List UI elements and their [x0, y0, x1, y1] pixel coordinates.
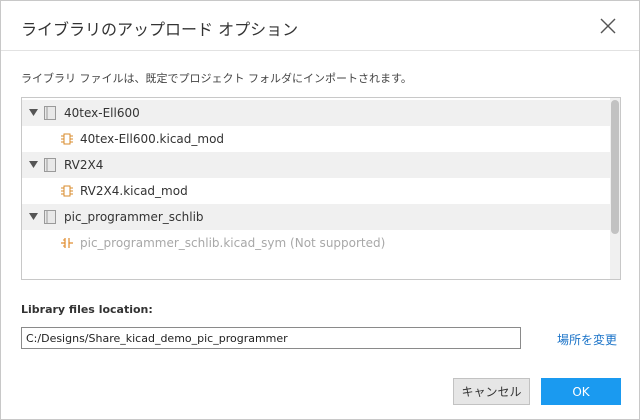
location-label: Library files location: — [21, 303, 153, 316]
tree-file-label: RV2X4.kicad_mod — [80, 184, 188, 198]
tree-group-row[interactable]: pic_programmer_schlib — [22, 204, 610, 230]
expand-arrow-icon[interactable] — [28, 211, 39, 222]
tree-file-row[interactable]: RV2X4.kicad_mod — [22, 178, 610, 204]
tree-group-row[interactable]: RV2X4 — [22, 152, 610, 178]
tree-group-row[interactable]: 40tex-Ell600 — [22, 100, 610, 126]
description-text: ライブラリ ファイルは、既定でプロジェクト フォルダにインポートされます。 — [21, 72, 412, 85]
close-icon — [600, 18, 616, 34]
tree-group-label: pic_programmer_schlib — [64, 210, 204, 224]
footprint-icon — [61, 185, 73, 197]
cancel-button[interactable]: キャンセル — [453, 378, 530, 405]
library-icon — [44, 158, 56, 172]
library-icon — [44, 106, 56, 120]
dialog-title: ライブラリのアップロード オプション — [21, 20, 299, 39]
footprint-icon — [61, 133, 73, 145]
tree-group-label: 40tex-Ell600 — [64, 106, 140, 120]
upload-options-dialog: ライブラリのアップロード オプション ライブラリ ファイルは、既定でプロジェクト… — [0, 0, 640, 420]
change-location-link[interactable]: 場所を変更 — [557, 331, 617, 348]
symbol-icon — [61, 238, 73, 248]
expand-arrow-icon[interactable] — [28, 107, 39, 118]
tree-file-row[interactable]: pic_programmer_schlib.kicad_sym (Not sup… — [22, 230, 610, 256]
close-button[interactable] — [595, 13, 621, 39]
scrollbar-thumb[interactable] — [611, 100, 619, 234]
ok-button[interactable]: OK — [541, 378, 621, 405]
library-icon — [44, 210, 56, 224]
title-bar: ライブラリのアップロード オプション — [1, 1, 639, 51]
tree-file-label-unsupported: pic_programmer_schlib.kicad_sym (Not sup… — [80, 236, 386, 250]
tree-group-label: RV2X4 — [64, 158, 104, 172]
expand-arrow-icon[interactable] — [28, 159, 39, 170]
tree-file-row[interactable]: 40tex-Ell600.kicad_mod — [22, 126, 610, 152]
library-tree[interactable]: 40tex-Ell600 40tex-Ell600.kicad_mod RV2X… — [21, 97, 621, 280]
location-input[interactable] — [21, 327, 521, 349]
tree-file-label: 40tex-Ell600.kicad_mod — [80, 132, 225, 146]
